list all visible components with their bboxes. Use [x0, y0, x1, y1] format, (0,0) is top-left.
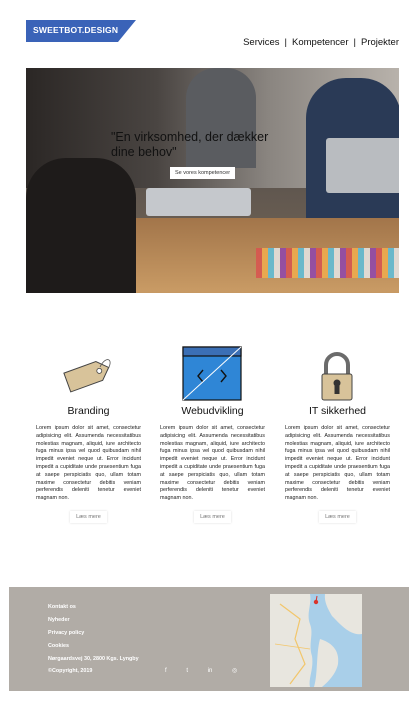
hero-banner: "En virksomhed, der dækker dine behov" S…: [26, 68, 399, 293]
social-links: f t in ◎: [165, 667, 255, 674]
instagram-icon[interactable]: ◎: [232, 668, 237, 674]
footer-link-news[interactable]: Nyheder: [48, 617, 139, 623]
footer: Kontakt os Nyheder Privacy policy Cookie…: [9, 587, 409, 691]
footer-link-contact[interactable]: Kontakt os: [48, 604, 139, 610]
footer-copyright: ©Copyright, 2019: [48, 668, 93, 675]
price-tag-icon: [36, 345, 141, 405]
padlock-icon: [285, 345, 390, 405]
read-more-button[interactable]: Læs mere: [319, 510, 356, 523]
nav-projekter[interactable]: Projekter: [361, 37, 399, 48]
map-pin-icon: [313, 599, 319, 605]
nav-separator: |: [284, 37, 287, 48]
service-text: Lorem ipsum dolor sit amet, consectetur …: [160, 425, 265, 502]
logo-text: SWEETBOT.DESIGN: [33, 25, 119, 35]
service-title: IT sikkerhed: [309, 405, 366, 417]
service-card-it-sikkerhed: IT sikkerhed Lorem ipsum dolor sit amet,…: [285, 345, 390, 523]
service-text: Lorem ipsum dolor sit amet, consectetur …: [285, 425, 390, 502]
linkedin-icon[interactable]: in: [208, 668, 213, 674]
service-title: Webudvikling: [181, 405, 244, 417]
footer-address: Nørgaardsvej 30, 2800 Kgs. Lyngby: [48, 655, 139, 662]
read-more-button[interactable]: Læs mere: [70, 510, 107, 523]
footer-links: Kontakt os Nyheder Privacy policy Cookie…: [48, 604, 139, 681]
read-more-button[interactable]: Læs mere: [194, 510, 231, 523]
location-map[interactable]: [270, 594, 362, 687]
hero-photo-books: [256, 248, 399, 278]
twitter-icon[interactable]: t: [186, 668, 188, 674]
hero-photo-laptop: [146, 188, 251, 216]
nav-kompetencer[interactable]: Kompetencer: [292, 37, 349, 48]
footer-link-cookies[interactable]: Cookies: [48, 643, 139, 649]
main-nav: Services | Kompetencer | Projekter: [243, 37, 399, 48]
service-card-branding: Branding Lorem ipsum dolor sit amet, con…: [36, 345, 141, 523]
nav-services[interactable]: Services: [243, 37, 279, 48]
footer-link-privacy[interactable]: Privacy policy: [48, 630, 139, 636]
hero-cta-button[interactable]: Se vores kompetencer: [170, 167, 236, 179]
nav-separator: |: [353, 37, 356, 48]
browser-window-icon: [160, 345, 265, 405]
logo[interactable]: SWEETBOT.DESIGN: [26, 20, 136, 42]
service-card-webudvikling: Webudvikling Lorem ipsum dolor sit amet,…: [160, 345, 265, 523]
hero-quote: "En virksomhed, der dækker dine behov": [111, 130, 269, 159]
hero-photo-laptop: [326, 138, 399, 193]
facebook-icon[interactable]: f: [165, 668, 167, 674]
service-title: Branding: [67, 405, 110, 417]
hero-photo-person: [26, 158, 136, 293]
service-text: Lorem ipsum dolor sit amet, consectetur …: [36, 425, 141, 502]
